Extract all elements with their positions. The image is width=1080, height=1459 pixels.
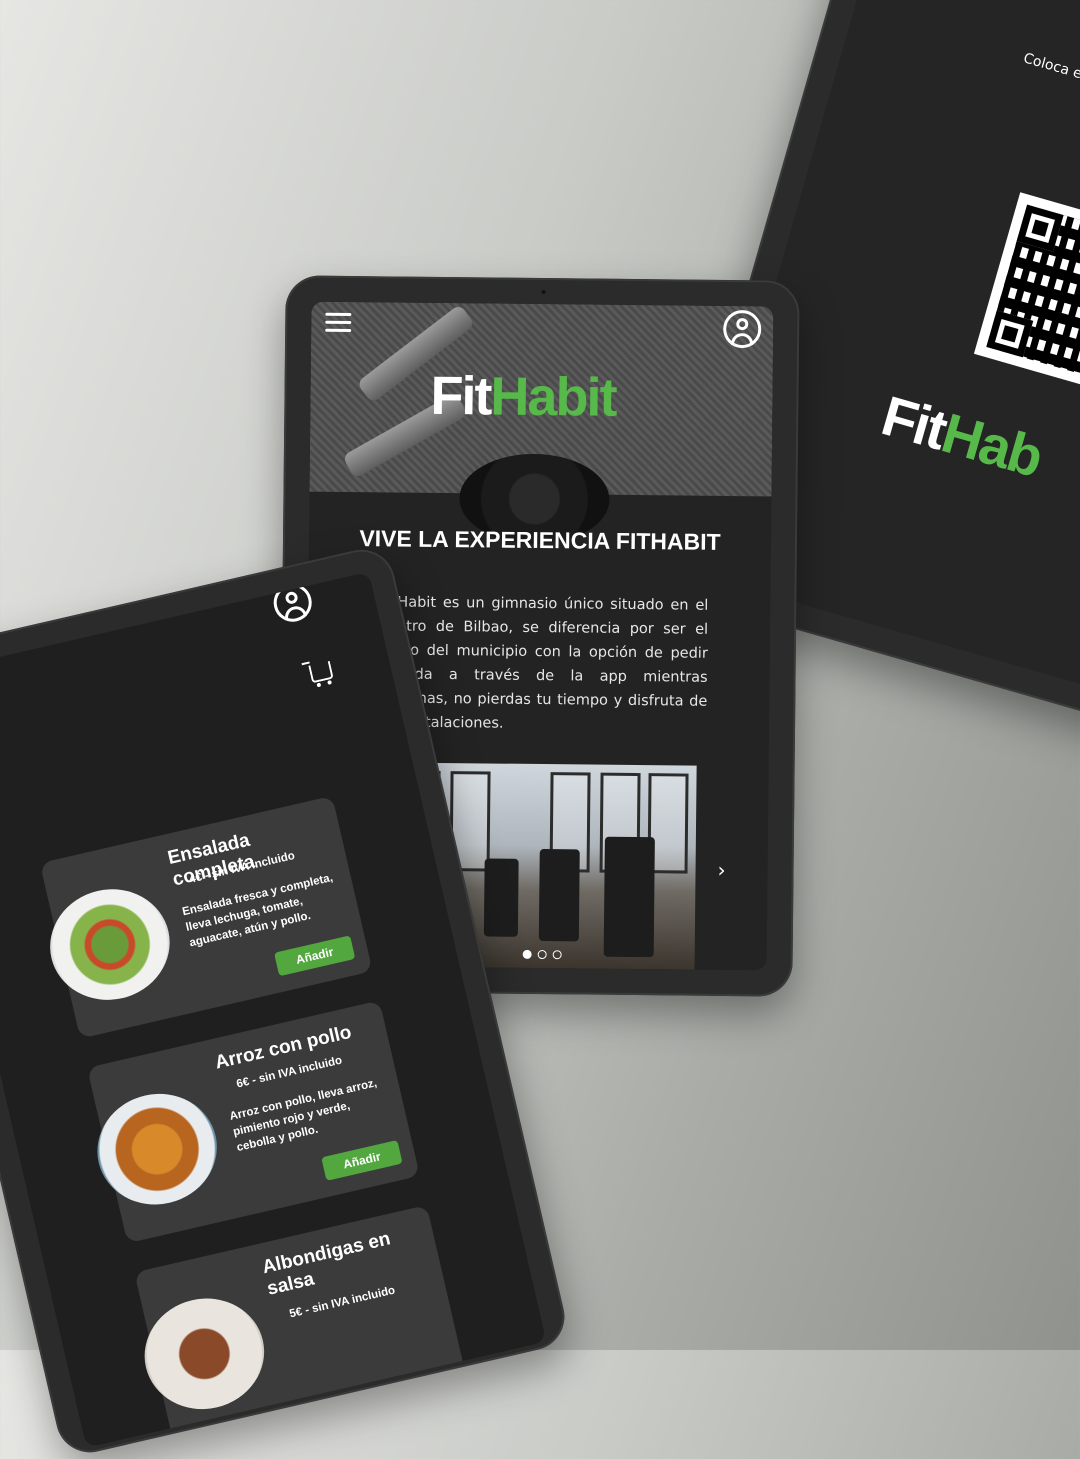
menu-item-card: Ensalada completa 4€ - sin IVA incluido … xyxy=(39,795,373,1039)
page-title: VIVE LA EXPERIENCIA FITHABIT xyxy=(359,525,721,555)
salad-image xyxy=(39,877,181,1012)
paella-image xyxy=(86,1082,228,1217)
add-to-cart-button[interactable]: Añadir xyxy=(321,1139,403,1181)
user-profile-icon[interactable] xyxy=(723,309,762,349)
intro-text: FitHabit es un gimnasio único situado en… xyxy=(379,594,709,732)
logo-habit: Habit xyxy=(490,366,616,428)
menu-item-title: Albondigas en salsa xyxy=(260,1228,393,1300)
menu-icon[interactable] xyxy=(325,308,352,337)
qr-instruction: Coloca este QR sobre la torna de la xyxy=(1021,50,1080,134)
menu-item-card: Arroz con pollo 6€ - sin IVA incluido Ar… xyxy=(86,1000,420,1244)
carousel-dot-3[interactable] xyxy=(552,950,562,960)
hero-banner: FitHabit xyxy=(309,301,774,545)
cart-icon[interactable] xyxy=(308,660,334,684)
qr-logo: FitHab xyxy=(875,383,1049,490)
camera xyxy=(541,290,546,295)
meatballs-image xyxy=(133,1286,276,1421)
carousel-next-icon[interactable]: › xyxy=(717,858,725,882)
fithabit-logo: FitHabit xyxy=(430,365,616,429)
logo-fit: Fit xyxy=(430,365,491,427)
user-profile-icon[interactable] xyxy=(269,579,316,626)
qr-logo-habit: Hab xyxy=(935,400,1049,489)
carousel-dot-1[interactable] xyxy=(522,949,532,959)
qr-code xyxy=(973,192,1080,401)
carousel-dot-2[interactable] xyxy=(537,950,547,960)
carousel-dots[interactable] xyxy=(522,944,568,963)
add-to-cart-button[interactable]: Añadir xyxy=(273,935,356,977)
menu-item-card: Albondigas en salsa 5€ - sin IVA incluid… xyxy=(133,1205,468,1448)
